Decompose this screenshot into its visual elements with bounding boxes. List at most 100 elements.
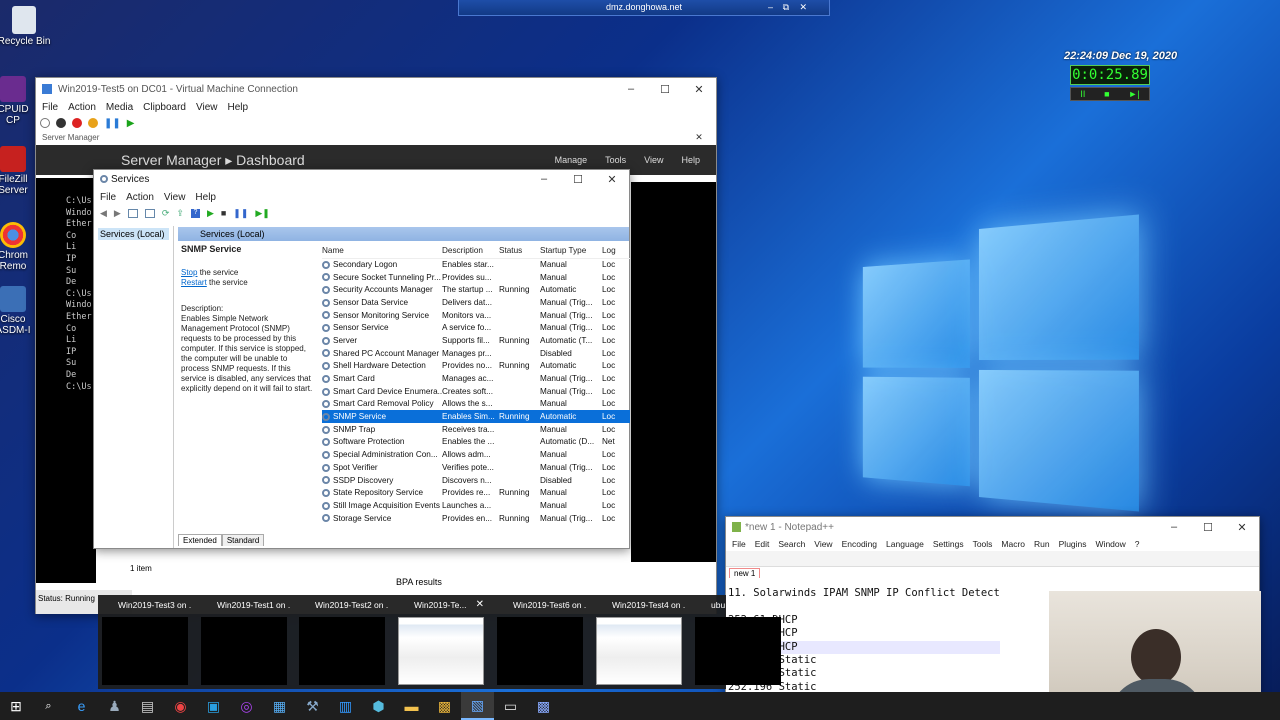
tab-new1[interactable]: new 1	[729, 568, 761, 578]
thumbnail-window[interactable]: Win2019-Test6 on ...	[493, 595, 587, 689]
console-tree-icon[interactable]	[127, 208, 138, 218]
np-menu-item[interactable]: Settings	[933, 539, 964, 549]
service-row[interactable]: Sensor Monitoring Service Monitors va... M…	[322, 309, 630, 322]
tab-standard[interactable]: Standard	[221, 534, 265, 546]
putty-icon[interactable]: ▩	[527, 692, 560, 720]
back-icon[interactable]: ◀	[100, 208, 107, 219]
service-row[interactable]: Smart Card Removal Policy Allows the s...…	[322, 398, 630, 411]
col-status[interactable]: Status	[499, 244, 540, 259]
maximize-icon[interactable]: ☐	[1191, 521, 1225, 534]
service-row[interactable]: Shared PC Account Manager Manages pr... Di…	[322, 347, 630, 360]
service-row[interactable]: Still Image Acquisition Events Launches a…	[322, 499, 630, 512]
network-icon[interactable]: ⬢	[362, 692, 395, 720]
close-icon[interactable]: ✕	[595, 173, 629, 186]
sm-menu-manage[interactable]: Manage	[555, 155, 588, 165]
maximize-icon[interactable]: ☐	[561, 173, 595, 186]
np-menu-item[interactable]: Plugins	[1059, 539, 1087, 549]
thumbnail-window[interactable]: Win2019-Test4 on ...	[592, 595, 686, 689]
vm-menu-view[interactable]: View	[196, 102, 218, 113]
save-state-icon[interactable]	[88, 118, 98, 128]
np-menu-item[interactable]: Window	[1096, 539, 1126, 549]
service-row[interactable]: SSDP Discovery Discovers n... Disabled Loc	[322, 474, 630, 487]
export-icon[interactable]: ⇪	[176, 208, 184, 219]
minimize-icon[interactable]: –	[527, 173, 561, 186]
thumbnail-window[interactable]: Win2019-Te... ✕	[394, 595, 488, 689]
minimize-icon[interactable]: –	[614, 83, 648, 96]
remote-connection-bar[interactable]: dmz.donghowa.net ✕ ⧉ –	[458, 0, 830, 16]
np-menu-item[interactable]: Macro	[1001, 539, 1025, 549]
np-menu-item[interactable]: Run	[1034, 539, 1050, 549]
restart-service-link[interactable]: Restart	[181, 278, 207, 287]
restart-service-icon[interactable]: ▶❚	[255, 208, 269, 219]
np-menu-item[interactable]: Language	[886, 539, 924, 549]
restore-icon[interactable]: ⧉	[783, 0, 789, 15]
service-row[interactable]: Sensor Data Service Delivers dat... Manual…	[322, 296, 630, 309]
thumbnail-window[interactable]: Win2019-Test3 on ...	[98, 595, 192, 689]
vm-menu-media[interactable]: Media	[106, 102, 133, 113]
properties-icon[interactable]	[144, 208, 155, 218]
thumbnail-window[interactable]: Win2019-Test2 on ...	[295, 595, 389, 689]
service-row[interactable]: SNMP Service Enables Sim... Running Automat…	[322, 410, 630, 423]
col-log-on-as[interactable]: Log	[602, 244, 630, 259]
svc-menu-view[interactable]: View	[164, 192, 186, 203]
np-menu-item[interactable]: Edit	[755, 539, 770, 549]
service-row[interactable]: Software Protection Enables the ... Automa…	[322, 436, 630, 449]
minimize-icon[interactable]: –	[1157, 521, 1191, 534]
service-row[interactable]: Secondary Logon Enables star... Manual Loc	[322, 258, 630, 271]
turn-off-icon[interactable]	[56, 118, 66, 128]
service-row[interactable]: Storage Service Provides en... Running Manu…	[322, 512, 630, 525]
hyperv-icon[interactable]: ▦	[263, 692, 296, 720]
pause-icon[interactable]: II	[1080, 89, 1085, 99]
svc-menu-action[interactable]: Action	[126, 192, 154, 203]
service-row[interactable]: Spot Verifier Verifies pote... Manual (Tri…	[322, 461, 630, 474]
np-menu-item[interactable]: Tools	[973, 539, 993, 549]
app-icon[interactable]: ♟	[98, 692, 131, 720]
start-service-icon[interactable]: ▶	[207, 208, 214, 219]
close-icon[interactable]: ✕	[682, 132, 716, 143]
tree-item-services-local[interactable]: Services (Local)	[98, 228, 169, 240]
service-row[interactable]: Smart Card Manages ac... Manual (Trig... Lo…	[322, 372, 630, 385]
maximize-icon[interactable]: ☐	[648, 83, 682, 96]
np-menu-item[interactable]: ?	[1135, 539, 1140, 549]
service-row[interactable]: Secure Socket Tunneling Pr... Provides su…	[322, 271, 630, 284]
recycle-bin-icon[interactable]: Recycle Bin	[0, 6, 56, 47]
close-icon[interactable]: ✕	[1225, 521, 1259, 534]
stop-icon[interactable]: ■	[1104, 89, 1109, 99]
thumbnail-window[interactable]: Win2019-Test1 on ...	[197, 595, 291, 689]
tor-icon[interactable]: ◎	[230, 692, 263, 720]
tab-extended[interactable]: Extended	[178, 534, 222, 546]
minimize-icon[interactable]: –	[768, 0, 773, 15]
np-menu-item[interactable]: View	[814, 539, 832, 549]
service-row[interactable]: Server Supports fil... Running Automatic (T…	[322, 334, 630, 347]
service-row[interactable]: Security Accounts Manager The startup ...…	[322, 283, 630, 296]
sm-menu-view[interactable]: View	[644, 155, 663, 165]
cpuid-icon[interactable]: CPUID CP	[0, 76, 36, 126]
vm-menu-help[interactable]: Help	[227, 102, 248, 113]
svc-menu-help[interactable]: Help	[195, 192, 216, 203]
np-menu-item[interactable]: Encoding	[842, 539, 877, 549]
folder-icon[interactable]: ▬	[395, 692, 428, 720]
search-icon[interactable]: ⌕	[32, 692, 65, 720]
close-icon[interactable]: ✕	[682, 83, 716, 96]
col-description[interactable]: Description	[442, 244, 499, 259]
close-icon[interactable]: ✕	[476, 599, 484, 610]
close-icon[interactable]: ✕	[799, 0, 807, 15]
filezilla-icon[interactable]: FileZill Server	[0, 146, 36, 196]
pause-service-icon[interactable]: ❚❚	[233, 208, 248, 219]
vm-icon[interactable]: ▩	[428, 692, 461, 720]
vm-menu-file[interactable]: File	[42, 102, 58, 113]
cisco-asdm-icon[interactable]: Cisco ASDM-I	[0, 286, 36, 336]
sm-menu-help[interactable]: Help	[681, 155, 700, 165]
svc-menu-file[interactable]: File	[100, 192, 116, 203]
forward-icon[interactable]: ▶	[114, 208, 121, 219]
service-row[interactable]: Sensor Service A service fo... Manual (Tri…	[322, 321, 630, 334]
vm-menu-action[interactable]: Action	[68, 102, 96, 113]
service-row[interactable]: State Repository Service Provides re... Ru…	[322, 486, 630, 499]
start-icon[interactable]: ▶	[127, 118, 135, 129]
vm-connection-icon[interactable]: ▧	[461, 692, 494, 720]
col-startup-type[interactable]: Startup Type	[540, 244, 602, 259]
stop-service-icon[interactable]: ■	[221, 208, 226, 218]
notes-icon[interactable]: ▤	[131, 692, 164, 720]
cmd-icon[interactable]: ▭	[494, 692, 527, 720]
col-name[interactable]: Name	[322, 244, 442, 259]
